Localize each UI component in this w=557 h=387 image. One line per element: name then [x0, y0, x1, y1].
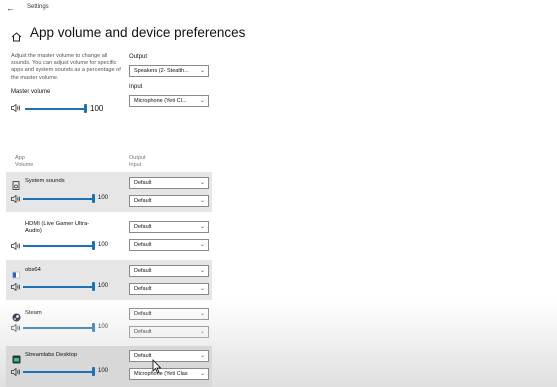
output-value: Default: [134, 224, 152, 230]
chevron-down-icon: ⌄: [199, 224, 205, 230]
master-volume-slider[interactable]: [84, 104, 87, 113]
input-dropdown[interactable]: Default ⌄: [129, 195, 209, 207]
window-title: Settings: [27, 4, 49, 10]
input-dropdown[interactable]: Default ⌄: [129, 326, 209, 338]
volume-slider[interactable]: [92, 282, 95, 291]
app-name: obs64: [25, 267, 41, 273]
input-value: Default: [134, 286, 152, 292]
output-device-value: Speakers (2- Stealth...: [134, 68, 189, 74]
header-output: Output: [129, 155, 146, 161]
chevron-down-icon: ⌄: [199, 242, 205, 248]
volume-slider[interactable]: [92, 323, 95, 332]
output-dropdown[interactable]: Default ⌄: [129, 221, 209, 233]
home-icon[interactable]: [11, 29, 22, 42]
mouse-cursor-icon: [152, 358, 164, 380]
speaker-icon[interactable]: [11, 104, 21, 112]
output-label: Output: [129, 54, 148, 60]
output-dropdown[interactable]: Default ⌄: [129, 308, 209, 320]
output-dropdown[interactable]: Default ⌄: [129, 177, 209, 189]
title-bar: ← Settings: [0, 0, 557, 16]
app-name: Steam: [25, 310, 42, 316]
back-arrow-icon[interactable]: ←: [6, 3, 15, 13]
chevron-down-icon: ⌄: [199, 68, 205, 74]
speaker-icon[interactable]: [11, 195, 21, 203]
volume-track[interactable]: [23, 198, 93, 200]
volume-value: 100: [98, 242, 109, 248]
app-name: Streamlabs Desktop: [25, 352, 78, 358]
page-title: App volume and device preferences: [30, 25, 246, 40]
obs-icon: [12, 266, 20, 279]
volume-slider[interactable]: [92, 194, 95, 203]
speaker-icon[interactable]: [11, 324, 21, 332]
volume-track[interactable]: [23, 245, 93, 247]
output-dropdown[interactable]: Default ⌄: [129, 350, 209, 362]
system-sounds-icon: [12, 177, 20, 190]
master-volume-track[interactable]: [25, 108, 85, 110]
input-value: Default: [134, 242, 152, 248]
chevron-down-icon: ⌄: [199, 98, 205, 104]
chevron-down-icon: ⌄: [199, 311, 205, 317]
chevron-down-icon: ⌄: [199, 268, 205, 274]
chevron-down-icon: ⌄: [199, 180, 205, 186]
input-label: Input: [129, 84, 143, 90]
input-dropdown[interactable]: Default ⌄: [129, 283, 209, 295]
master-volume-label: Master volume: [11, 89, 51, 95]
volume-track[interactable]: [23, 371, 93, 373]
volume-slider[interactable]: [92, 367, 95, 376]
output-device-dropdown[interactable]: Speakers (2- Stealth... ⌄: [129, 65, 209, 77]
streamlabs-icon: [12, 351, 21, 364]
app-name: HDMI (Live Gamer Ultra-Audio): [25, 221, 90, 234]
output-value: Default: [134, 311, 152, 317]
chevron-down-icon: ⌄: [199, 286, 205, 292]
chevron-down-icon: ⌄: [199, 371, 205, 377]
output-dropdown[interactable]: Default ⌄: [129, 265, 209, 277]
output-value: Default: [134, 180, 152, 186]
header-input: Input: [129, 162, 142, 168]
volume-value: 100: [98, 324, 109, 330]
output-value: Default: [134, 353, 152, 359]
chevron-down-icon: ⌄: [199, 353, 205, 359]
speaker-icon[interactable]: [11, 242, 21, 250]
input-value: Default: [134, 198, 152, 204]
chevron-down-icon: ⌄: [199, 329, 205, 335]
input-dropdown[interactable]: Default ⌄: [129, 239, 209, 251]
volume-slider[interactable]: [92, 241, 95, 250]
volume-value: 100: [98, 368, 109, 374]
steam-icon: [12, 309, 21, 322]
input-device-value: Microphone (Yeti Cl...: [134, 98, 187, 104]
volume-track[interactable]: [23, 286, 93, 288]
volume-value: 100: [98, 195, 109, 201]
speaker-icon[interactable]: [11, 283, 21, 291]
output-value: Default: [134, 268, 152, 274]
volume-track[interactable]: [23, 327, 93, 329]
speaker-icon[interactable]: [11, 368, 21, 376]
master-volume-value: 100: [90, 104, 104, 113]
input-value: Default: [134, 329, 152, 335]
master-description: Adjust the master volume to change all s…: [11, 53, 121, 81]
input-device-dropdown[interactable]: Microphone (Yeti Cl... ⌄: [129, 95, 209, 107]
input-dropdown[interactable]: Microphone (Yeti Clas ⌄: [129, 368, 209, 380]
header-app: App: [15, 155, 25, 161]
header-volume: Volume: [15, 162, 34, 168]
app-name: System sounds: [25, 178, 65, 184]
volume-value: 100: [98, 283, 109, 289]
chevron-down-icon: ⌄: [199, 198, 205, 204]
